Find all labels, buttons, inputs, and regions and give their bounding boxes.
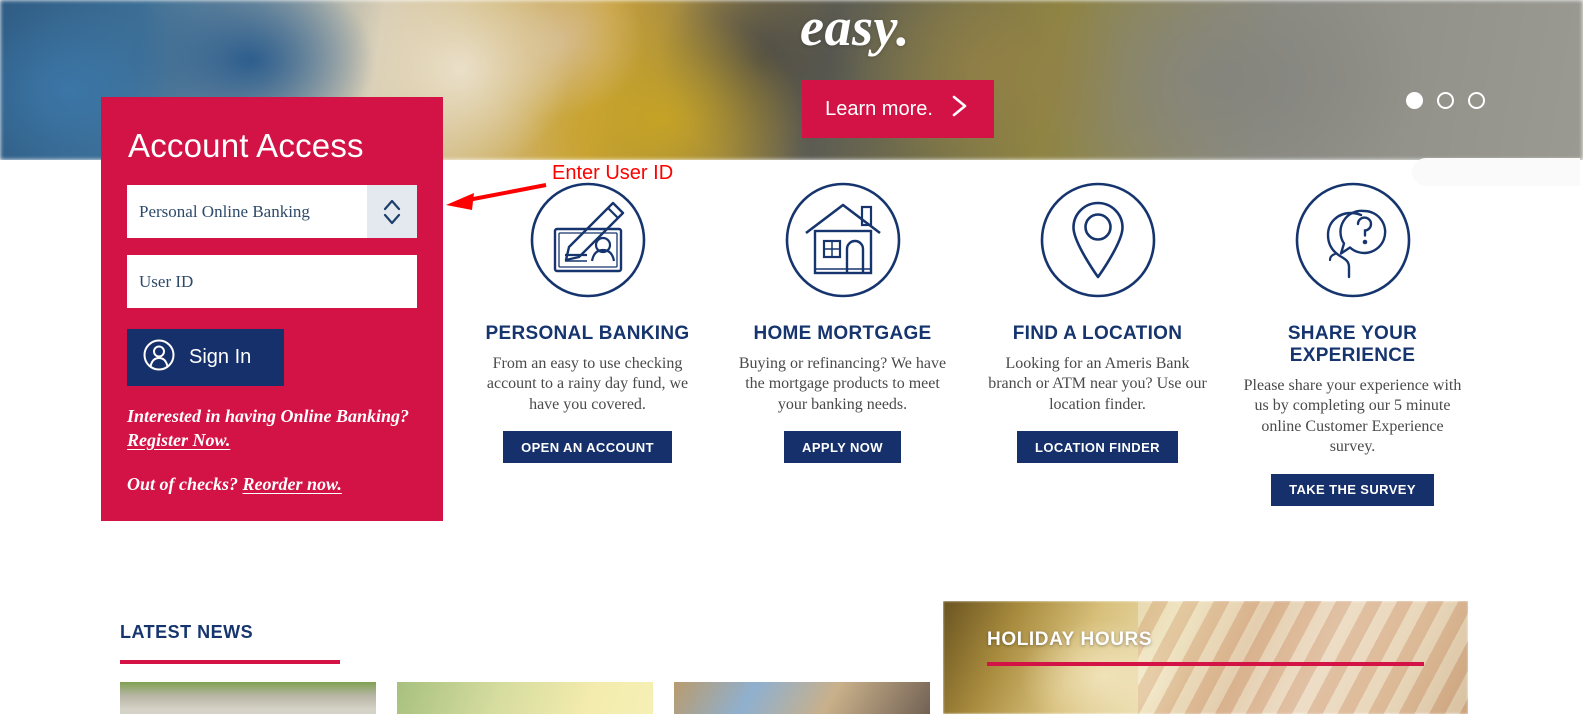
hero-headline: easy. xyxy=(800,0,910,57)
open-an-account-button[interactable]: OPEN AN ACCOUNT xyxy=(503,431,672,464)
card-description: Looking for an Ameris Bank branch or ATM… xyxy=(988,355,1207,413)
register-now-link[interactable]: Register Now. xyxy=(127,430,230,450)
account-type-selected-value: Personal Online Banking xyxy=(139,201,310,221)
news-thumbnail-2[interactable] xyxy=(397,682,653,714)
news-thumbnail-1[interactable] xyxy=(120,682,376,714)
register-prompt: Interested in having Online Banking? xyxy=(127,406,410,426)
homepage: easy. Learn more. Account Access Persona… xyxy=(0,0,1583,714)
user-id-input[interactable] xyxy=(127,255,417,308)
reorder-line: Out of checks? Reorder now. xyxy=(127,473,417,497)
news-thumbnail-list xyxy=(120,682,930,714)
holiday-hours-heading: HOLIDAY HOURS xyxy=(987,629,1153,650)
card-share-your-experience: SHARE YOUR EXPERIENCE Please share your … xyxy=(1225,180,1480,506)
apply-now-button[interactable]: APPLY NOW xyxy=(784,431,901,464)
latest-news-section: LATEST NEWS xyxy=(120,622,930,714)
holiday-hours-panel[interactable]: HOLIDAY HOURS xyxy=(943,601,1468,714)
card-title: PERSONAL BANKING xyxy=(485,323,690,344)
flag-stars-overlay xyxy=(1138,601,1468,714)
location-finder-button[interactable]: LOCATION FINDER xyxy=(1017,431,1178,464)
card-home-mortgage: HOME MORTGAGE Buying or refinancing? We … xyxy=(715,180,970,506)
account-access-panel: Account Access Personal Online Banking S… xyxy=(101,97,443,521)
account-type-select[interactable]: Personal Online Banking xyxy=(127,185,417,238)
carousel-dot-2[interactable] xyxy=(1437,92,1454,109)
account-access-title: Account Access xyxy=(128,127,364,164)
feature-cards: PERSONAL BANKING From an easy to use che… xyxy=(460,180,1490,506)
map-pin-icon xyxy=(970,180,1225,300)
account-panel-links: Interested in having Online Banking? Reg… xyxy=(127,405,417,496)
carousel-dots[interactable] xyxy=(1406,92,1485,109)
sign-in-button[interactable]: Sign In xyxy=(127,329,284,386)
card-find-a-location: FIND A LOCATION Looking for an Ameris Ba… xyxy=(970,180,1225,506)
card-title: HOME MORTGAGE xyxy=(753,323,932,344)
chevron-right-icon xyxy=(949,93,971,125)
sign-in-label: Sign In xyxy=(189,346,252,368)
latest-news-heading: LATEST NEWS xyxy=(120,622,254,642)
card-description: Please share your experience with us by … xyxy=(1243,377,1462,456)
carousel-dot-3[interactable] xyxy=(1468,92,1485,109)
learn-more-button[interactable]: Learn more. xyxy=(802,80,994,138)
card-personal-banking: PERSONAL BANKING From an easy to use che… xyxy=(460,180,715,506)
carousel-dot-1[interactable] xyxy=(1406,92,1423,109)
latest-news-underline xyxy=(120,660,340,664)
reorder-prompt: Out of checks? xyxy=(127,473,238,494)
card-description: Buying or refinancing? We have the mortg… xyxy=(738,355,947,413)
check-pencil-icon xyxy=(460,180,715,300)
card-title: FIND A LOCATION xyxy=(1012,323,1183,344)
register-now-link-wrap: Register Now. xyxy=(127,429,417,453)
card-title: SHARE YOUR EXPERIENCE xyxy=(1287,323,1418,366)
head-question-icon xyxy=(1225,180,1480,300)
news-thumbnail-3[interactable] xyxy=(674,682,930,714)
house-icon xyxy=(715,180,970,300)
card-description: From an easy to use checking account to … xyxy=(486,355,689,413)
learn-more-label: Learn more. xyxy=(825,97,933,120)
holiday-hours-underline xyxy=(987,662,1424,666)
take-the-survey-button[interactable]: TAKE THE SURVEY xyxy=(1271,473,1434,506)
stepper-up-down-icon[interactable] xyxy=(367,185,417,238)
user-circle-icon xyxy=(142,338,176,378)
reorder-now-link[interactable]: Reorder now. xyxy=(243,474,342,494)
